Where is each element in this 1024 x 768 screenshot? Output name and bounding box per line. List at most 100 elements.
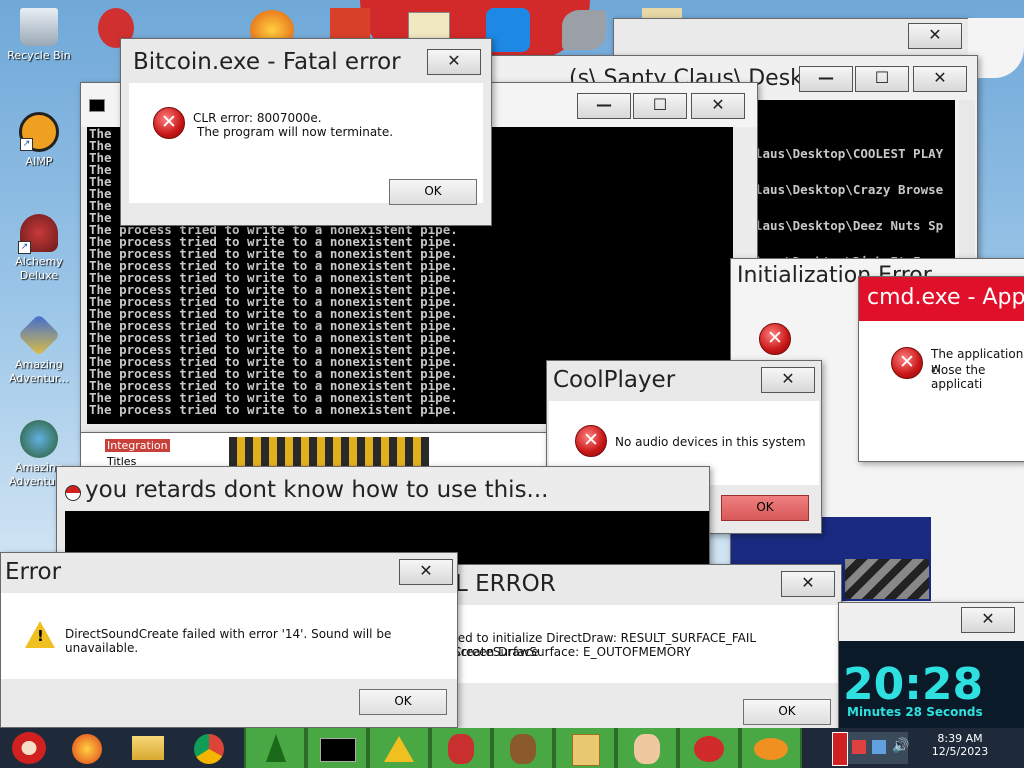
ok-button[interactable]: OK — [721, 495, 809, 521]
console-line: laus\Desktop\COOLEST PLAY — [755, 146, 944, 161]
aimp-icon: ↗ — [19, 112, 59, 152]
close-button[interactable]: ✕ — [913, 66, 967, 92]
close-icon: ✕ — [781, 369, 795, 388]
maximize-button[interactable]: ☐ — [633, 93, 687, 119]
minimize-icon: — — [596, 95, 612, 114]
start-button[interactable] — [2, 728, 60, 768]
speaker-icon[interactable]: 🔊 — [892, 738, 909, 754]
taskbar-app-crab[interactable] — [678, 728, 740, 768]
taskbar-explorer[interactable] — [118, 728, 176, 768]
mario-icon — [448, 734, 474, 764]
desktop-icon-label: Amazing Adventur... — [9, 358, 69, 385]
close-button[interactable]: ✕ — [961, 607, 1015, 633]
taskbar-app-girl[interactable] — [616, 728, 678, 768]
desktop-icon-amazing-adventures[interactable]: Amazing Adventur... — [2, 313, 76, 386]
close-icon: ✕ — [711, 95, 725, 114]
clock-window[interactable]: ✕ 20:28 Minutes 28 Seconds — [838, 602, 1024, 730]
ok-button[interactable]: OK — [389, 179, 477, 205]
console-output: laus\Desktop\COOLEST PLAY laus\Desktop\C… — [755, 100, 955, 270]
taskbar-firefox[interactable] — [58, 728, 116, 768]
error-message: Screen DrawSurface: E_OUTOFMEMORY — [453, 645, 692, 659]
taskbar-chrome[interactable] — [180, 728, 238, 768]
monkey-icon — [510, 734, 536, 764]
taskbar-app-warning[interactable] — [368, 728, 430, 768]
maximize-icon: ☐ — [652, 95, 668, 114]
desktop-icon-alchemy[interactable]: ↗ Alchemy Deluxe — [2, 214, 76, 283]
amazing-adventures-icon — [17, 313, 61, 357]
bitcoin-error-dialog[interactable]: Bitcoin.exe - Fatal error ✕ ✕ CLR error:… — [120, 38, 492, 226]
recycle-bin-icon — [20, 8, 58, 46]
desktop-icon-label: Recycle Bin — [7, 49, 71, 62]
taskbar-app-tree[interactable] — [244, 728, 306, 768]
minimize-button[interactable]: — — [799, 66, 853, 92]
close-button[interactable]: ✕ — [399, 559, 453, 585]
ok-button[interactable]: OK — [359, 689, 447, 715]
network-icon[interactable] — [872, 740, 886, 754]
maximize-icon: ☐ — [874, 68, 890, 87]
error-message: close the applicati — [931, 363, 986, 391]
shark-app-icon[interactable] — [562, 10, 606, 50]
tray-clock[interactable]: 8:39 AM 12/5/2023 — [928, 732, 992, 758]
close-button[interactable]: ✕ — [427, 49, 481, 75]
fish-icon — [754, 738, 788, 760]
chrome-icon — [194, 734, 224, 764]
ddraw-error-dialog[interactable]: L ERROR ✕ ted to initialize DirectDraw: … — [452, 564, 842, 730]
warning-icon: ! — [25, 621, 55, 648]
desktop-icon-recycle-bin[interactable]: Recycle Bin — [2, 8, 76, 62]
console-line: laus\Desktop\Deez Nuts Sp — [755, 218, 944, 233]
error-message: DirectSoundCreate failed with error '14'… — [65, 627, 392, 655]
directsound-error-dialog[interactable]: Error ✕ ! DirectSoundCreate failed with … — [0, 552, 458, 728]
alchemy-icon: ↗ — [18, 214, 58, 254]
window-title: Bitcoin.exe - Fatal error — [133, 49, 401, 75]
scrollbar[interactable] — [959, 100, 975, 270]
close-button[interactable]: ✕ — [691, 93, 745, 119]
amazing-adventures-2-icon — [20, 420, 58, 458]
cmd-error-window[interactable]: cmd.exe - Appl ✕ The application w close… — [858, 276, 1024, 462]
close-icon: ✕ — [981, 609, 995, 628]
tree-item-selected[interactable]: Integration — [105, 439, 170, 452]
santa-icon — [12, 732, 46, 764]
error-message: CLR error: 8007000e. — [193, 111, 322, 125]
taskbar-app-mario[interactable] — [430, 728, 492, 768]
crab-icon — [694, 736, 724, 762]
warning-icon — [384, 736, 414, 762]
tray-date: 12/5/2023 — [931, 745, 989, 758]
close-icon: ✕ — [419, 561, 433, 580]
system-tray: 🔊 8:39 AM 12/5/2023 — [848, 728, 1024, 768]
pokeball-icon — [65, 485, 81, 501]
close-button[interactable]: ✕ — [908, 23, 962, 49]
ok-button[interactable]: OK — [743, 699, 831, 725]
striped-graphic — [845, 559, 929, 599]
taskbar: 🔊 8:39 AM 12/5/2023 — [0, 728, 1024, 768]
clock-display: 20:28 Minutes 28 Seconds — [839, 641, 1024, 729]
tray-time: 8:39 AM — [937, 732, 983, 745]
minimize-button[interactable]: — — [577, 93, 631, 119]
ningpo-icon — [572, 734, 600, 766]
error-message: No audio devices in this system — [615, 435, 806, 449]
red-tray-item[interactable] — [832, 732, 848, 766]
error-icon: ✕ — [153, 107, 185, 139]
error-icon: ✕ — [759, 323, 791, 355]
desktop-icon-aimp[interactable]: ↗ AIMP — [2, 112, 76, 168]
r-app-icon[interactable] — [486, 8, 530, 52]
close-button[interactable]: ✕ — [761, 367, 815, 393]
maximize-button[interactable]: ☐ — [855, 66, 909, 92]
taskbar-app-fish[interactable] — [740, 728, 802, 768]
desktop-icon-label: Alchemy Deluxe — [15, 255, 63, 282]
shortcut-arrow-icon: ↗ — [18, 241, 31, 254]
tray-icons[interactable]: 🔊 — [848, 732, 909, 764]
console-app-icon — [89, 99, 105, 112]
window-title: cmd.exe - Appl — [867, 285, 1024, 310]
taskbar-app-monkey[interactable] — [492, 728, 554, 768]
close-icon: ✕ — [801, 573, 815, 592]
window-title: L ERROR — [455, 571, 556, 597]
taskbar-app-ningpo[interactable] — [554, 728, 616, 768]
minimize-icon: — — [818, 68, 834, 87]
taskbar-app-console[interactable] — [306, 728, 368, 768]
girl-icon — [634, 734, 660, 764]
desktop-icon-label: AIMP — [25, 155, 53, 168]
close-button[interactable]: ✕ — [781, 571, 835, 597]
error-message: The program will now terminate. — [197, 125, 394, 139]
flag-icon[interactable] — [852, 740, 866, 754]
clock-time: 20:28 — [843, 659, 984, 710]
